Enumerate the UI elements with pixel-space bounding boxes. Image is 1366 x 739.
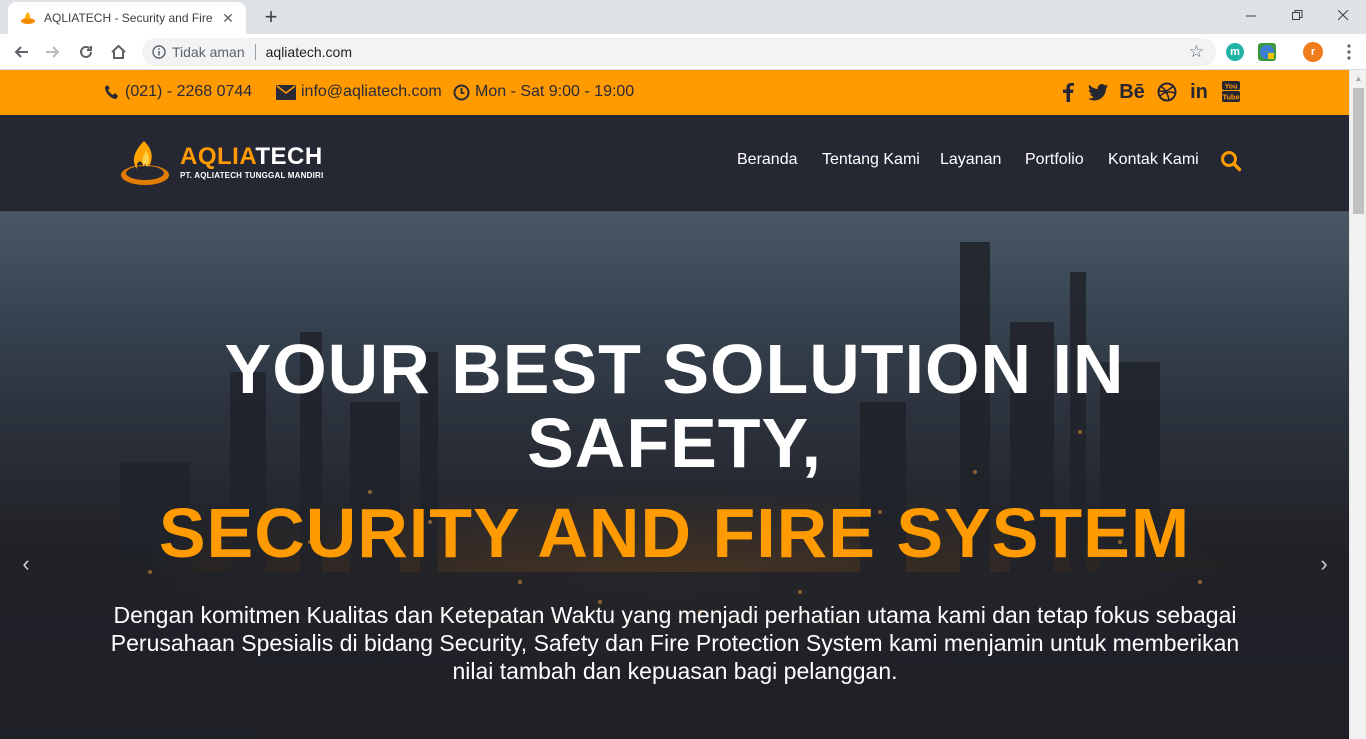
reload-icon[interactable] bbox=[73, 39, 99, 65]
phone-contact[interactable]: (021) - 2268 0744 bbox=[104, 83, 252, 101]
security-status[interactable]: Tidak aman bbox=[172, 44, 245, 60]
forward-arrow-icon[interactable] bbox=[40, 39, 66, 65]
nav-item-layanan[interactable]: Layanan bbox=[940, 151, 1001, 169]
close-window-icon[interactable] bbox=[1320, 0, 1366, 30]
menu-kebab-icon[interactable] bbox=[1336, 39, 1362, 65]
page-scrollbar[interactable]: ▲ bbox=[1349, 70, 1366, 739]
email-contact[interactable]: info@aqliatech.com bbox=[276, 83, 442, 101]
hero-slider: YOUR BEST SOLUTION IN SAFETY, SECURITY A… bbox=[0, 212, 1349, 739]
svg-text:You: You bbox=[1225, 84, 1238, 91]
omnibox-divider bbox=[254, 44, 256, 60]
hero-heading-line1: YOUR BEST SOLUTION IN bbox=[224, 330, 1125, 408]
contact-topbar: (021) - 2268 0744 info@aqliatech.com Mon… bbox=[0, 70, 1349, 115]
minimize-icon[interactable] bbox=[1228, 0, 1274, 30]
extension-m-icon[interactable]: m bbox=[1226, 43, 1244, 61]
company-name-rest: TECH bbox=[255, 143, 323, 170]
phone-icon bbox=[105, 85, 118, 99]
tab-title: AQLIATECH - Security and Fire Sy bbox=[44, 11, 214, 25]
flame-logo-icon bbox=[121, 141, 169, 185]
company-name: AQLIATECH bbox=[180, 144, 323, 170]
tab-close-icon[interactable]: ✕ bbox=[220, 10, 236, 27]
nav-item-tentang-kami[interactable]: Tentang Kami bbox=[822, 151, 920, 169]
hours-text: Mon - Sat 9:00 - 19:00 bbox=[475, 83, 635, 100]
scroll-up-arrow-icon[interactable]: ▲ bbox=[1350, 70, 1366, 87]
home-icon[interactable] bbox=[105, 39, 131, 65]
slider-prev-arrow-icon[interactable]: ‹ bbox=[16, 552, 36, 576]
scroll-thumb[interactable] bbox=[1353, 88, 1364, 214]
phone-number: (021) - 2268 0744 bbox=[125, 83, 253, 100]
profile-avatar[interactable]: r bbox=[1303, 42, 1323, 62]
linkedin-icon[interactable]: in bbox=[1188, 81, 1210, 103]
aqliatech-favicon-icon bbox=[21, 12, 35, 24]
browser-tab[interactable]: AQLIATECH - Security and Fire Sy ✕ bbox=[8, 2, 246, 34]
hero-heading-line2: SAFETY, bbox=[527, 404, 822, 482]
search-icon[interactable] bbox=[1220, 150, 1242, 172]
hero-heading-line3: SECURITY AND FIRE SYSTEM bbox=[158, 494, 1191, 572]
dribbble-icon[interactable] bbox=[1156, 81, 1178, 103]
envelope-icon bbox=[276, 84, 296, 100]
company-name-accent: AQLIA bbox=[180, 143, 256, 170]
company-subtitle: PT. AQLIATECH TUNGGAL MANDIRI bbox=[180, 171, 324, 180]
info-icon[interactable] bbox=[152, 45, 166, 59]
hero-description: Dengan komitmen Kualitas dan Ketepatan W… bbox=[110, 602, 1240, 684]
facebook-icon[interactable] bbox=[1060, 81, 1076, 103]
behance-icon[interactable]: Bē bbox=[1119, 81, 1145, 103]
browser-toolbar: Tidak aman aqliatech.com ☆ m r bbox=[0, 34, 1366, 70]
logo-text: AQLIATECH PT. AQLIATECH TUNGGAL MANDIRI bbox=[180, 144, 324, 181]
opening-hours: Mon - Sat 9:00 - 19:00 bbox=[453, 83, 634, 101]
bookmark-star-icon[interactable]: ☆ bbox=[1189, 42, 1204, 62]
email-address: info@aqliatech.com bbox=[301, 83, 442, 100]
nav-item-portfolio[interactable]: Portfolio bbox=[1025, 151, 1084, 169]
site-logo[interactable]: AQLIATECH PT. AQLIATECH TUNGGAL MANDIRI bbox=[120, 137, 323, 187]
url-text[interactable]: aqliatech.com bbox=[266, 44, 352, 60]
clock-icon bbox=[453, 84, 470, 100]
slider-next-arrow-icon[interactable]: › bbox=[1314, 552, 1334, 576]
twitter-icon[interactable] bbox=[1087, 81, 1109, 103]
nav-item-beranda[interactable]: Beranda bbox=[737, 151, 798, 169]
main-navbar: AQLIATECH PT. AQLIATECH TUNGGAL MANDIRI … bbox=[0, 115, 1349, 212]
browser-tab-strip: AQLIATECH - Security and Fire Sy ✕ + bbox=[0, 0, 1366, 34]
svg-text:Tube: Tube bbox=[1222, 93, 1239, 102]
youtube-icon[interactable]: You Tube bbox=[1220, 81, 1242, 103]
back-arrow-icon[interactable] bbox=[8, 39, 34, 65]
nav-item-kontak-kami[interactable]: Kontak Kami bbox=[1108, 151, 1199, 169]
address-bar[interactable]: Tidak aman aqliatech.com ☆ bbox=[142, 38, 1216, 66]
extension-globe-icon[interactable] bbox=[1258, 43, 1276, 61]
new-tab-button[interactable]: + bbox=[258, 4, 284, 30]
restore-icon[interactable] bbox=[1274, 0, 1320, 30]
